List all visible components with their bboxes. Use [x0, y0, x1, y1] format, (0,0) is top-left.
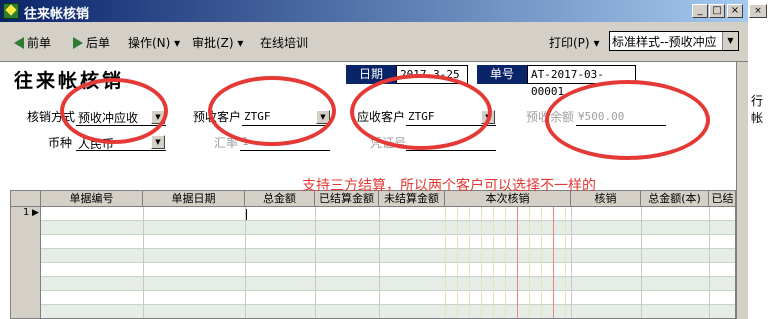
grid-line	[315, 207, 316, 318]
vertical-scrollbar[interactable]	[736, 62, 748, 319]
table-row[interactable]	[11, 263, 735, 277]
grid-line	[571, 207, 572, 318]
highlight-circle	[208, 76, 336, 146]
toolbar: 前单 后单 操作(N) ▾ 审批(Z) ▾ 在线培训 打印(P) ▾ 标准样式-…	[0, 22, 748, 62]
voucher-underline	[406, 150, 496, 151]
highlight-circle	[545, 80, 710, 160]
grid-line	[445, 207, 446, 318]
currency-underline	[76, 150, 166, 151]
grid-line	[457, 207, 458, 318]
table-row[interactable]	[11, 277, 735, 291]
table-row[interactable]	[11, 249, 735, 263]
dropdown-arrow-icon[interactable]: ▼	[722, 32, 738, 50]
rate-underline	[240, 150, 330, 151]
print-menu[interactable]: 打印(P) ▾	[549, 34, 599, 51]
grid-line	[245, 207, 246, 318]
maximize-button[interactable]: □	[709, 4, 725, 18]
close-icon[interactable]: ×	[749, 4, 767, 18]
grid-line	[541, 207, 542, 318]
doc-no-label: 单号	[477, 65, 527, 84]
currency-label: 币种	[48, 136, 73, 150]
grid-corner	[11, 191, 41, 207]
grid-line	[493, 207, 494, 318]
col-header[interactable]: 已结	[709, 191, 735, 207]
close-button[interactable]: ×	[727, 4, 743, 18]
table-row[interactable]	[11, 221, 735, 235]
highlight-circle	[60, 78, 168, 144]
grid-line	[505, 207, 506, 318]
current-row-icon: ▶	[32, 208, 39, 218]
currency-dropdown-icon[interactable]: ▼	[151, 135, 165, 149]
grid-line	[379, 207, 380, 318]
operate-menu[interactable]: 操作(N) ▾	[128, 34, 180, 51]
online-training-button[interactable]: 在线培训	[260, 34, 308, 51]
arrow-right-icon	[73, 37, 83, 49]
col-header[interactable]: 单据日期	[143, 191, 245, 207]
grid-line	[143, 207, 144, 318]
chevron-down-icon: ▾	[174, 36, 181, 50]
grid-line	[469, 207, 470, 318]
title-bar: 往来帐核销 _ □ ×	[0, 0, 748, 22]
table-row[interactable]	[11, 305, 735, 318]
background-window-strip: × 行帐	[748, 0, 769, 319]
app-icon	[3, 3, 19, 19]
window-title: 往来帐核销	[24, 7, 90, 22]
approve-menu[interactable]: 审批(Z) ▾	[192, 34, 243, 51]
col-header[interactable]: 单据编号	[41, 191, 143, 207]
grid-line	[565, 207, 566, 318]
print-style-select[interactable]: 标准样式--预收冲应 ▼	[609, 31, 739, 51]
table-row[interactable]	[11, 207, 735, 221]
minimize-button[interactable]: _	[692, 4, 708, 18]
text-caret	[246, 209, 247, 220]
grid-line	[709, 207, 710, 318]
grid-line	[529, 207, 530, 318]
grid-line	[481, 207, 482, 318]
detail-grid[interactable]: 单据编号 单据日期 总金额 已结算金额 未结算金额 本次核销 核销 总金额(本)…	[10, 190, 736, 319]
grid-line	[553, 207, 554, 318]
table-row[interactable]	[11, 235, 735, 249]
chevron-down-icon: ▾	[237, 36, 244, 50]
background-window-label: 行帐	[751, 94, 764, 125]
next-doc-button[interactable]: 后单	[73, 34, 110, 51]
row-number: 1	[23, 207, 30, 218]
grid-line	[517, 207, 518, 318]
arrow-left-icon	[14, 37, 24, 49]
grid-line	[641, 207, 642, 318]
annotation-text: 支持三方结算，所以两个客户可以选择不一样的	[302, 178, 596, 194]
prev-doc-button[interactable]: 前单	[14, 34, 51, 51]
highlight-circle	[350, 74, 492, 150]
chevron-down-icon: ▾	[593, 36, 600, 50]
row-header-column: 1 ▶	[11, 207, 41, 318]
table-row[interactable]	[11, 291, 735, 305]
